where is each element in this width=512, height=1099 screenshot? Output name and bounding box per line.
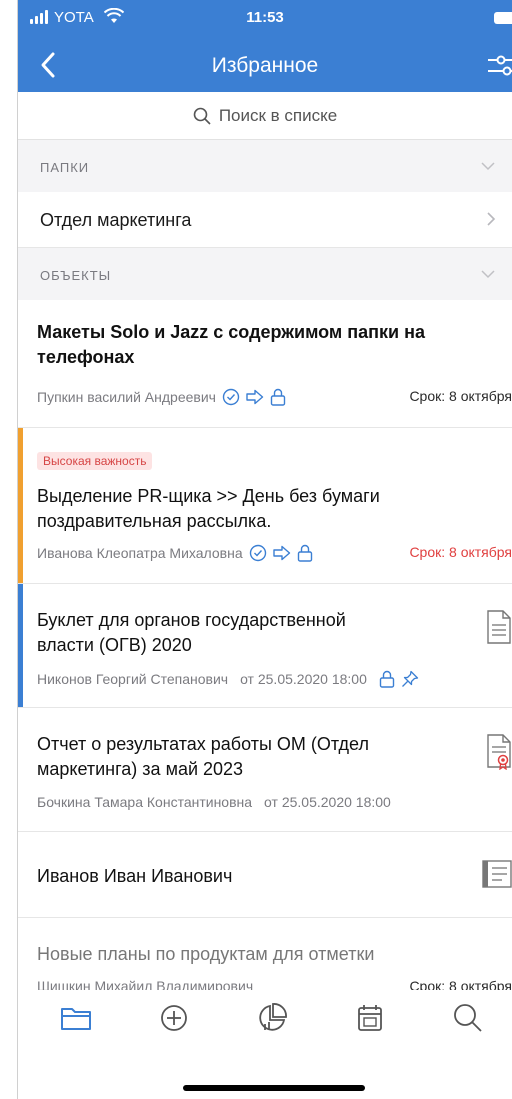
battery-icon <box>494 12 512 24</box>
search-icon <box>193 107 211 125</box>
reports-icon[interactable] <box>254 1000 290 1036</box>
section-folders-header[interactable]: ПАПКИ <box>18 140 512 192</box>
contact-card-icon <box>482 860 512 888</box>
item-meta: Никонов Георгий Степанович от 25.05.2020… <box>37 670 419 688</box>
chevron-down-icon <box>481 270 495 279</box>
item-title-line: поздравительная рассылка. <box>37 511 272 531</box>
calendar-icon[interactable] <box>352 1000 388 1036</box>
folder-icon[interactable] <box>58 1000 94 1036</box>
item-meta: Шишкин Михайил Владимирович <box>37 978 253 990</box>
search-icon[interactable] <box>450 1000 486 1036</box>
importance-badge: Высокая важность <box>37 452 153 470</box>
list-item[interactable]: Отчет о результатах работы ОМ (Отдел мар… <box>18 708 512 832</box>
item-title-line: Новые планы по продуктам для отметки <box>37 944 375 964</box>
check-circle-icon <box>222 388 240 406</box>
search-bar[interactable]: Поиск в списке <box>18 92 512 140</box>
item-meta: Иванова Клеопатра Михаловна <box>37 544 313 562</box>
item-due: Срок: 8 октября <box>409 388 512 404</box>
folder-label: Отдел маркетинга <box>40 210 192 230</box>
list-item[interactable]: Иванов Иван Иванович <box>18 832 512 918</box>
item-author: Никонов Георгий Степанович <box>37 671 229 687</box>
section-folders-label: ПАПКИ <box>40 160 90 175</box>
item-title-line: маркетинга) за май 2023 <box>37 759 244 779</box>
item-title-line: Буклет для органов государственной <box>37 610 346 630</box>
header: YOTA 11:53 Избранное <box>18 0 512 92</box>
page-title: Избранное <box>211 54 319 77</box>
navbar: Избранное <box>18 40 512 92</box>
folder-item-marketing[interactable]: Отдел маркетинга <box>18 192 512 248</box>
item-title-line: Иванов Иван Иванович <box>37 866 233 886</box>
tab-bar <box>18 990 512 1050</box>
item-meta: Бочкина Тамара Константиновна от 25.05.2… <box>37 794 391 810</box>
list-item[interactable]: Макеты Solo и Jazz с содержимом папки на… <box>18 300 512 428</box>
search-placeholder: Поиск в списке <box>218 105 338 125</box>
forward-arrow-icon <box>272 545 290 561</box>
item-date: от 25.05.2020 18:00 <box>264 794 391 810</box>
item-title-line: телефонах <box>37 347 135 367</box>
priority-bar <box>18 428 23 583</box>
accent-bar <box>18 584 23 707</box>
list-item[interactable]: Высокая важность Выделение PR-щика >> Де… <box>18 428 512 584</box>
item-author: Шишкин Михайил Владимирович <box>37 978 254 990</box>
item-meta: Пупкин василий Андреевич <box>37 388 286 406</box>
item-author: Иванова Клеопатра Михаловна <box>37 545 243 561</box>
item-title-line: Выделение PR-щика >> День без бумаги <box>37 486 380 506</box>
item-author: Бочкина Тамара Константиновна <box>37 794 253 810</box>
section-objects-header[interactable]: ОБЪЕКТЫ <box>18 248 512 300</box>
item-title-line: Отчет о результатах работы ОМ (Отдел <box>37 734 369 754</box>
list-item[interactable]: Новые планы по продуктам для отметки Шиш… <box>18 918 512 990</box>
chevron-down-icon <box>481 162 495 171</box>
section-objects-label: ОБЪЕКТЫ <box>40 268 112 283</box>
chevron-right-icon <box>487 212 496 226</box>
home-indicator[interactable] <box>183 1085 365 1091</box>
document-icon <box>487 610 511 644</box>
item-due: Срок: 8 октября <box>409 978 512 990</box>
forward-arrow-icon <box>246 389 264 405</box>
item-date: от 25.05.2020 18:00 <box>240 671 367 687</box>
status-bar: YOTA 11:53 <box>18 0 512 38</box>
lock-icon <box>297 544 312 562</box>
certificate-document-icon <box>487 734 511 770</box>
check-circle-icon <box>249 544 266 562</box>
item-author: Пупкин василий Андреевич <box>37 389 216 405</box>
lock-icon <box>270 388 286 406</box>
item-title-line: власти (ОГВ) 2020 <box>37 635 192 655</box>
add-icon[interactable] <box>156 1000 192 1036</box>
lock-icon <box>379 670 395 688</box>
item-title-line: Макеты Solo и Jazz с содержимом папки на <box>37 322 425 342</box>
clock: 11:53 <box>246 9 284 26</box>
filter-icon[interactable] <box>486 52 512 80</box>
item-due: Срок: 8 октября <box>409 544 512 560</box>
list-item[interactable]: Буклет для органов государственной власт… <box>18 584 512 708</box>
pin-icon <box>401 670 419 687</box>
